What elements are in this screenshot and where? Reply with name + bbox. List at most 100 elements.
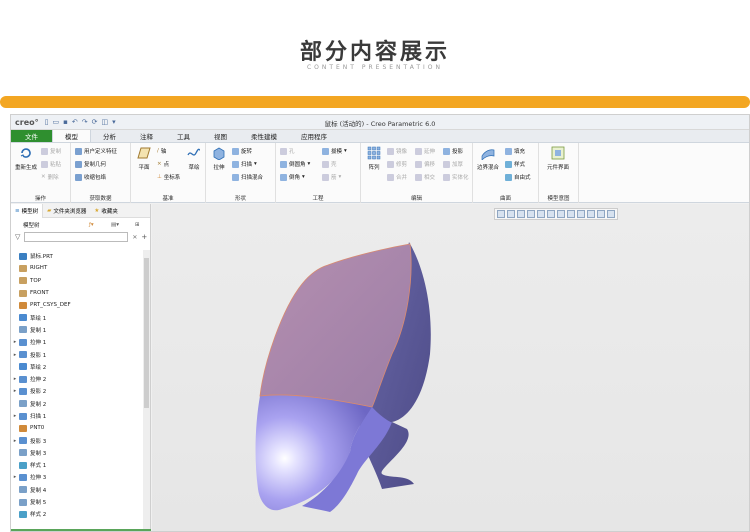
tree-search-row: ▽ ✕ + bbox=[11, 231, 150, 243]
add-icon[interactable]: + bbox=[141, 233, 147, 241]
tree-item[interactable]: ▸ 投影 2 bbox=[11, 385, 143, 397]
tree-item[interactable]: 复制 3 bbox=[11, 447, 143, 459]
solidify-button[interactable]: 实体化 bbox=[443, 173, 469, 181]
shrinkwrap-icon bbox=[75, 173, 82, 181]
title-bar: creo° ▯ ▭ ▪ ↶ ↷ ⟳ ◫ ▾ 鼠标 (活动的) - Creo Pa… bbox=[11, 115, 749, 130]
feature-icon bbox=[19, 351, 27, 359]
tab-favorites[interactable]: ★ 收藏夹 bbox=[90, 204, 121, 218]
tree-columns-icon[interactable]: ▤▾ bbox=[111, 222, 119, 228]
expand-arrow-icon[interactable]: ▸ bbox=[11, 388, 19, 394]
tab-analysis[interactable]: 分析 bbox=[91, 130, 128, 142]
paste-button[interactable]: 粘贴 bbox=[41, 160, 61, 168]
csys-button[interactable]: ⊥ 坐标系 bbox=[157, 173, 180, 181]
delete-button[interactable]: ✕ 删除 bbox=[41, 173, 59, 181]
style-icon bbox=[505, 160, 512, 168]
tab-flexible-modeling[interactable]: 柔性建模 bbox=[239, 130, 289, 142]
mirror-button[interactable]: 镜像 bbox=[387, 147, 407, 155]
tree-item[interactable]: 复制 4 bbox=[11, 484, 143, 496]
tree-item[interactable]: ▸ 投影 3 bbox=[11, 434, 143, 446]
component-interface-button[interactable]: 元件界面 bbox=[545, 146, 571, 171]
tab-folder-browser[interactable]: ▰ 文件夹浏览器 bbox=[43, 204, 90, 218]
tab-applications[interactable]: 应用程序 bbox=[289, 130, 339, 142]
thicken-button[interactable]: 加厚 bbox=[443, 160, 463, 168]
tree-item-label: 复制 3 bbox=[30, 450, 47, 457]
freeform-button[interactable]: 自由式 bbox=[505, 173, 531, 181]
tab-annotate[interactable]: 注释 bbox=[128, 130, 165, 142]
fill-button[interactable]: 填充 bbox=[505, 147, 525, 155]
hole-button[interactable]: 孔 bbox=[280, 147, 295, 155]
tree-item[interactable]: PNT0 bbox=[11, 422, 143, 434]
tree-item[interactable]: FRONT bbox=[11, 287, 143, 299]
tree-item[interactable]: 复制 1 bbox=[11, 324, 143, 336]
tree-item-label: 复制 4 bbox=[30, 487, 47, 494]
tree-item[interactable]: ▸ 扫描 1 bbox=[11, 410, 143, 422]
tree-item[interactable]: 草绘 1 bbox=[11, 311, 143, 323]
tree-item[interactable]: ▸ 拉伸 1 bbox=[11, 336, 143, 348]
revolve-button[interactable]: 旋转 bbox=[232, 147, 252, 155]
copy-geometry-button[interactable]: 复制几何 bbox=[75, 160, 106, 168]
feature-icon bbox=[19, 264, 27, 272]
tree-search-input[interactable] bbox=[24, 232, 129, 242]
tree-item[interactable]: 草绘 2 bbox=[11, 361, 143, 373]
expand-arrow-icon[interactable]: ▸ bbox=[11, 352, 19, 358]
trim-button[interactable]: 修剪 bbox=[387, 160, 407, 168]
clear-icon[interactable]: ✕ bbox=[132, 234, 137, 241]
tree-item[interactable]: 样式 1 bbox=[11, 459, 143, 471]
group-operations: 重新生成 复制 粘贴 ✕ 删除 操作 bbox=[11, 143, 71, 203]
plane-button[interactable]: 平面 bbox=[131, 146, 157, 171]
tab-tools[interactable]: 工具 bbox=[165, 130, 202, 142]
tree-item[interactable]: ▸ 拉伸 3 bbox=[11, 471, 143, 483]
tree-item[interactable]: RIGHT bbox=[11, 262, 143, 274]
round-button[interactable]: 倒圆角 ▾ bbox=[280, 160, 310, 168]
expand-arrow-icon[interactable]: ▸ bbox=[11, 376, 19, 382]
expand-arrow-icon[interactable]: ▸ bbox=[11, 438, 19, 444]
tree-filter-icon[interactable]: ⊞ bbox=[135, 222, 140, 228]
boundary-blend-button[interactable]: 边界混合 bbox=[475, 146, 501, 171]
expand-arrow-icon[interactable]: ▸ bbox=[11, 413, 19, 419]
tab-file[interactable]: 文件 bbox=[11, 130, 52, 142]
intersect-button[interactable]: 相交 bbox=[415, 173, 435, 181]
extend-button[interactable]: 延伸 bbox=[415, 147, 435, 155]
extrude-button[interactable]: 拉伸 bbox=[206, 146, 232, 171]
merge-button[interactable]: 合并 bbox=[387, 173, 407, 181]
draft-icon bbox=[322, 147, 329, 155]
filter-icon[interactable]: ▽ bbox=[15, 233, 20, 241]
tree-item[interactable]: 复制 5 bbox=[11, 496, 143, 508]
tree-scrollbar-thumb[interactable] bbox=[144, 258, 149, 408]
axis-button[interactable]: / 轴 bbox=[157, 147, 166, 155]
sweep-button[interactable]: 扫描 ▾ bbox=[232, 160, 257, 168]
tree-item[interactable]: PRT_CSYS_DEF bbox=[11, 299, 143, 311]
offset-button[interactable]: 偏移 bbox=[415, 160, 435, 168]
expand-arrow-icon[interactable]: ▸ bbox=[11, 339, 19, 345]
shrinkwrap-button[interactable]: 收缩包络 bbox=[75, 173, 106, 181]
swept-blend-button[interactable]: 扫描混合 bbox=[232, 173, 263, 181]
tree-item[interactable]: 鼠标.PRT bbox=[11, 250, 143, 262]
tree-settings-icon[interactable]: ƒ▾ bbox=[89, 222, 94, 228]
pattern-button[interactable]: 阵列 bbox=[361, 146, 387, 171]
tree-item[interactable]: ▸ 投影 1 bbox=[11, 348, 143, 360]
point-button[interactable]: × 点 bbox=[157, 160, 169, 168]
tab-model[interactable]: 模型 bbox=[52, 130, 91, 142]
graphics-viewport[interactable] bbox=[152, 204, 750, 532]
copy-button[interactable]: 复制 bbox=[41, 147, 61, 155]
style-button[interactable]: 样式 bbox=[505, 160, 525, 168]
tree-scrollbar[interactable] bbox=[143, 250, 150, 531]
mirror-icon bbox=[387, 147, 394, 155]
tree-item[interactable]: 样式 2 bbox=[11, 508, 143, 520]
tab-view[interactable]: 视图 bbox=[202, 130, 239, 142]
tree-item[interactable]: TOP bbox=[11, 275, 143, 287]
chamfer-button[interactable]: 倒角 ▾ bbox=[280, 173, 305, 181]
project-button[interactable]: 投影 bbox=[443, 147, 463, 155]
mouse-surface-model[interactable] bbox=[152, 204, 750, 532]
udf-button[interactable]: 用户定义特征 bbox=[75, 147, 117, 155]
shell-button[interactable]: 壳 bbox=[322, 160, 337, 168]
regenerate-button[interactable]: 重新生成 bbox=[13, 146, 39, 171]
rib-button[interactable]: 筋 ▾ bbox=[322, 173, 341, 181]
tree-item[interactable]: 复制 2 bbox=[11, 398, 143, 410]
tree-item-label: 复制 5 bbox=[30, 500, 47, 507]
tree-item[interactable]: ▸ 拉伸 2 bbox=[11, 373, 143, 385]
sketch-button[interactable]: 草绘 bbox=[181, 146, 207, 171]
draft-button[interactable]: 拔模 ▾ bbox=[322, 147, 347, 155]
tab-model-tree[interactable]: ≡ 模型树 bbox=[11, 203, 44, 218]
expand-arrow-icon[interactable]: ▸ bbox=[11, 474, 19, 480]
